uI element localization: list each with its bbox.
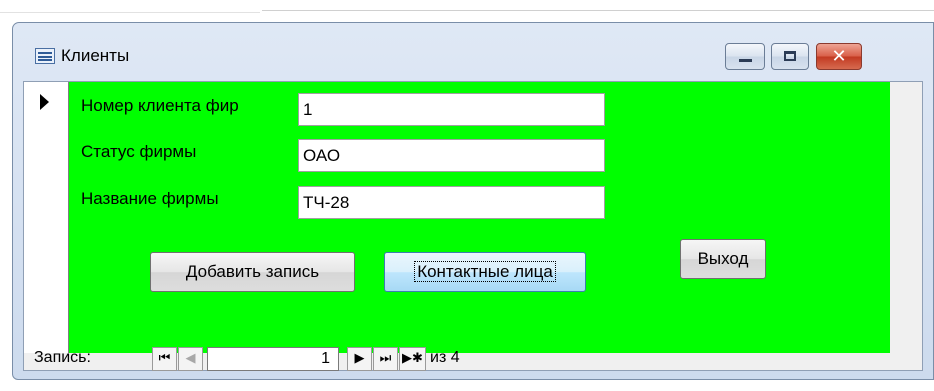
- minimize-icon: [739, 59, 752, 62]
- add-record-button[interactable]: Добавить запись: [150, 252, 355, 292]
- record-label: Запись:: [34, 349, 91, 366]
- record-navigation-bar: Запись: ⏮ ◀ 1 ▶ ⏭ ▶✱ из 4: [24, 347, 922, 371]
- new-record-icon: ▶✱: [402, 351, 423, 366]
- clients-form-window: Клиенты ✕ Номер клиента фир 1 Статус фир…: [12, 22, 934, 380]
- title-bar[interactable]: Клиенты ✕: [13, 23, 933, 73]
- form-body: Номер клиента фир 1 Статус фирмы ОАО Наз…: [23, 81, 923, 371]
- next-record-button[interactable]: ▶: [347, 347, 372, 371]
- background-divider: [0, 0, 260, 13]
- minimize-button[interactable]: [725, 43, 765, 70]
- close-button[interactable]: ✕: [816, 43, 862, 70]
- close-icon: ✕: [831, 46, 847, 67]
- record-selector[interactable]: [24, 82, 69, 353]
- exit-button[interactable]: Выход: [680, 239, 766, 279]
- last-record-icon: ⏭: [379, 351, 392, 366]
- background-app-strip: [0, 0, 934, 14]
- company-status-field[interactable]: ОАО: [298, 139, 605, 172]
- next-record-icon: ▶: [354, 351, 365, 366]
- company-name-label: Название фирмы: [81, 189, 219, 208]
- form-icon: [35, 48, 55, 64]
- record-total: из 4: [430, 349, 460, 366]
- company-name-field[interactable]: ТЧ-28: [298, 186, 605, 219]
- last-record-button[interactable]: ⏭: [373, 347, 398, 371]
- client-number-label: Номер клиента фир: [81, 96, 239, 115]
- maximize-icon: [784, 51, 796, 61]
- add-record-button-label: Добавить запись: [185, 262, 320, 281]
- first-record-icon: ⏮: [158, 351, 171, 366]
- previous-record-button[interactable]: ◀: [178, 347, 203, 371]
- current-record-arrow-icon: [40, 94, 49, 110]
- background-divider: [262, 0, 934, 11]
- client-number-field[interactable]: 1: [298, 93, 605, 126]
- maximize-button[interactable]: [771, 43, 809, 70]
- contacts-button-label: Контактные лица: [414, 261, 556, 282]
- detail-section: Номер клиента фир 1 Статус фирмы ОАО Наз…: [69, 82, 890, 353]
- first-record-button[interactable]: ⏮: [152, 347, 177, 371]
- current-record-input[interactable]: 1: [207, 347, 339, 371]
- exit-button-label: Выход: [697, 249, 749, 268]
- contacts-button[interactable]: Контактные лица: [384, 252, 586, 292]
- previous-record-icon: ◀: [185, 351, 196, 366]
- company-status-label: Статус фирмы: [81, 142, 197, 161]
- new-record-button[interactable]: ▶✱: [399, 347, 426, 371]
- window-title: Клиенты: [61, 46, 130, 65]
